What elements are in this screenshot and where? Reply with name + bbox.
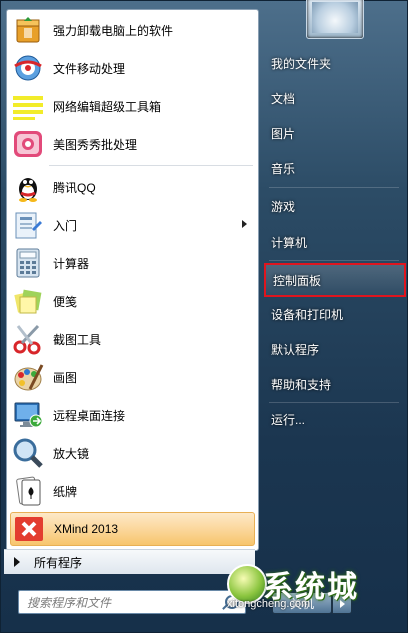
meitu-icon — [12, 128, 44, 160]
program-label: XMind 2013 — [54, 522, 119, 536]
program-item-meitu[interactable]: 美图秀秀批处理 — [10, 127, 255, 161]
all-programs-button[interactable]: 所有程序 — [4, 549, 255, 574]
program-label: 强力卸载电脑上的软件 — [53, 23, 174, 38]
avatar-picture — [312, 2, 358, 33]
divider — [269, 187, 399, 188]
program-item-remote-desktop[interactable]: 远程桌面连接 — [10, 398, 255, 432]
sticky-notes-icon — [12, 285, 44, 317]
program-label: 腾讯QQ — [53, 180, 96, 195]
program-item-magnifier[interactable]: 放大镜 — [10, 436, 255, 470]
right-item-music[interactable]: 音乐 — [264, 154, 406, 182]
search-area — [6, 578, 257, 630]
right-item-computer[interactable]: 计算机 — [264, 228, 406, 256]
program-item-snipping-tool[interactable]: 截图工具 — [10, 322, 255, 356]
program-item-sticky-notes[interactable]: 便笺 — [10, 284, 255, 318]
divider — [269, 402, 399, 403]
right-item-label: 我的文件夹 — [271, 56, 332, 71]
search-box[interactable] — [18, 590, 246, 614]
right-item-label: 帮助和支持 — [271, 377, 332, 392]
getting-started-icon — [12, 209, 44, 241]
right-item-label: 计算机 — [271, 235, 308, 250]
program-item-file-move[interactable]: 文件移动处理 — [10, 51, 255, 85]
right-item-label: 文档 — [271, 91, 296, 106]
program-item-calculator[interactable]: 计算器 — [10, 246, 255, 280]
right-item-devices-printers[interactable]: 设备和打印机 — [264, 300, 406, 328]
program-label: 网络编辑超级工具箱 — [53, 99, 162, 114]
right-item-run[interactable]: 运行... — [264, 405, 406, 433]
user-avatar[interactable] — [306, 0, 364, 39]
right-item-games[interactable]: 游戏 — [264, 192, 406, 220]
right-item-default-programs[interactable]: 默认程序 — [264, 335, 406, 363]
snipping-tool-icon — [12, 323, 44, 355]
program-label: 入门 — [53, 218, 78, 233]
right-item-control-panel[interactable]: 控制面板 — [264, 263, 406, 297]
watermark-logo: 系统城 xitongcheng.com — [223, 558, 403, 618]
program-item-toolbox[interactable]: 网络编辑超级工具箱 — [10, 89, 255, 123]
file-move-icon — [12, 52, 44, 84]
right-item-label: 音乐 — [271, 161, 296, 176]
program-label: 纸牌 — [53, 484, 78, 499]
divider — [269, 260, 399, 261]
right-item-label: 运行... — [271, 412, 306, 427]
program-label: 计算器 — [53, 256, 90, 271]
watermark-url: xitongcheng.com — [227, 598, 311, 610]
divider — [49, 165, 253, 166]
search-input[interactable] — [25, 594, 219, 612]
expand-arrow-icon — [14, 557, 20, 567]
right-item-label: 默认程序 — [271, 342, 320, 357]
qq-icon — [12, 171, 44, 203]
magnifier-icon — [12, 437, 44, 469]
submenu-arrow-icon — [242, 220, 247, 228]
right-item-my-folder[interactable]: 我的文件夹 — [264, 49, 406, 77]
program-item-paint[interactable]: 画图 — [10, 360, 255, 394]
right-item-pictures[interactable]: 图片 — [264, 119, 406, 147]
program-label: 远程桌面连接 — [53, 408, 126, 423]
right-item-help-support[interactable]: 帮助和支持 — [264, 370, 406, 398]
program-item-solitaire[interactable]: 纸牌 — [10, 474, 255, 508]
all-programs-label: 所有程序 — [34, 555, 83, 570]
program-item-xmind[interactable]: XMind 2013 — [10, 512, 255, 546]
program-label: 美图秀秀批处理 — [53, 137, 138, 152]
program-label: 截图工具 — [53, 332, 102, 347]
right-item-documents[interactable]: 文档 — [264, 84, 406, 112]
program-item-uninstall[interactable]: 强力卸载电脑上的软件 — [10, 13, 255, 47]
right-item-label: 图片 — [271, 126, 296, 141]
program-item-qq[interactable]: 腾讯QQ — [10, 170, 255, 204]
right-item-label: 控制面板 — [273, 273, 322, 288]
right-item-label: 游戏 — [271, 199, 296, 214]
remote-desktop-icon — [12, 399, 44, 431]
start-menu: 强力卸载电脑上的软件 文件移动处理 网络编辑超级工具箱 美图秀秀批处理 腾讯QQ… — [0, 0, 408, 633]
uninstall-icon — [12, 14, 44, 46]
program-label: 画图 — [53, 370, 78, 385]
toolbox-icon — [12, 90, 44, 122]
paint-icon — [12, 361, 44, 393]
calculator-icon — [12, 247, 44, 279]
program-label: 文件移动处理 — [53, 61, 126, 76]
right-item-label: 设备和打印机 — [271, 307, 344, 322]
solitaire-icon — [12, 475, 44, 507]
program-label: 放大镜 — [53, 446, 90, 461]
program-label: 便笺 — [53, 294, 78, 309]
program-item-getting-started[interactable]: 入门 — [10, 208, 255, 242]
xmind-icon — [13, 513, 45, 545]
programs-pane: 强力卸载电脑上的软件 文件移动处理 网络编辑超级工具箱 美图秀秀批处理 腾讯QQ… — [6, 9, 259, 551]
